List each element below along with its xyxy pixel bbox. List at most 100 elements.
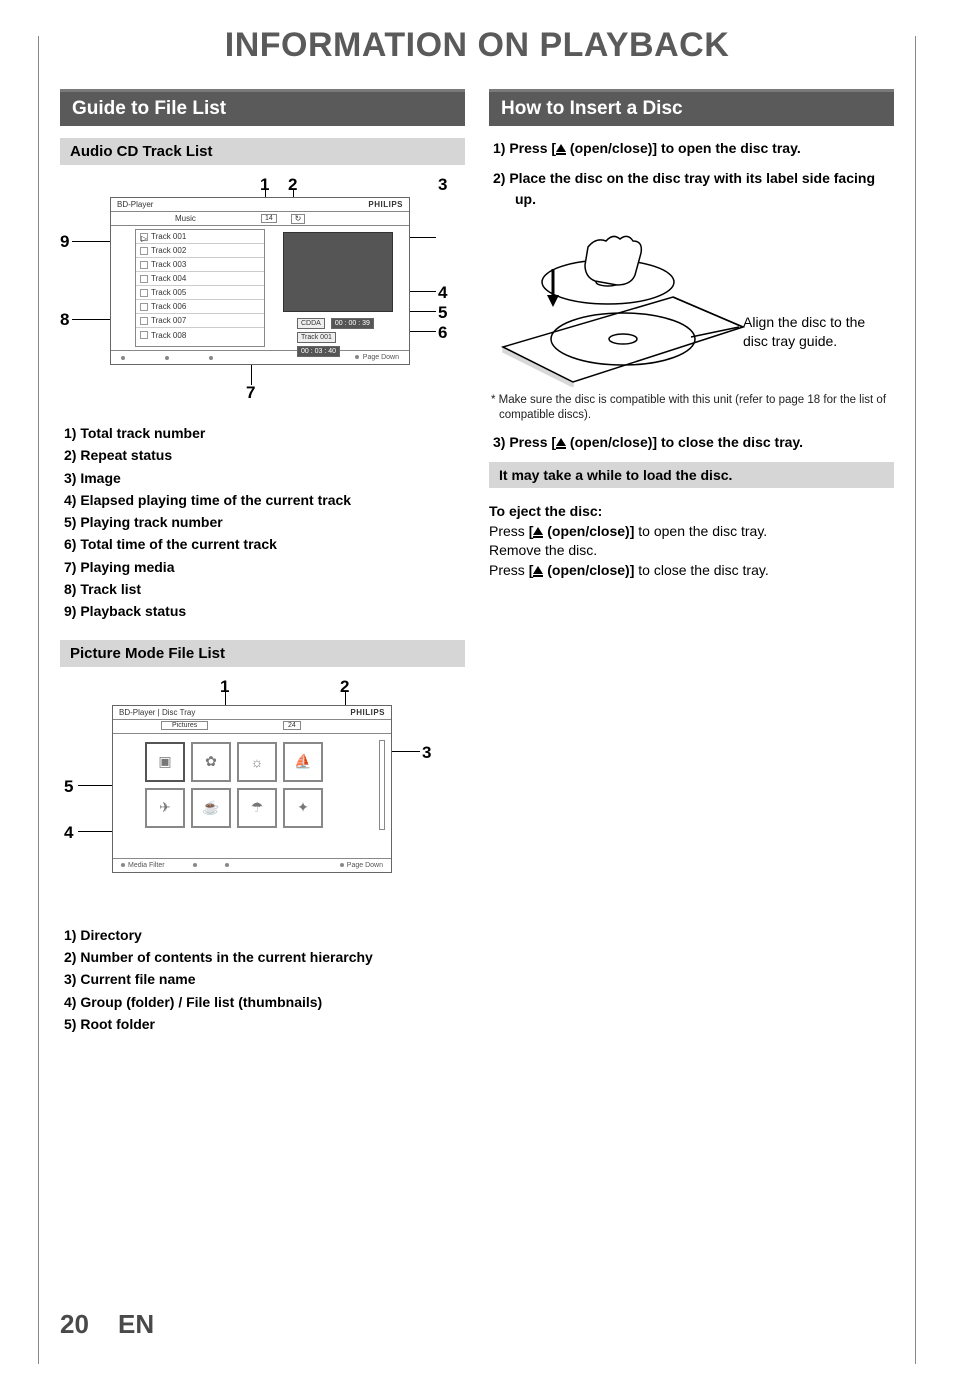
insert-disc-step3: 3) Press [ (open/close)] to close the di… [489,432,894,452]
disc-caption: Align the disc to the disc tray guide. [743,313,865,351]
cd-screen-mock: BD-Player PHILIPS Music 14 ↻ ▷Track 001 … [110,197,410,365]
cd-repeat-status: ↻ [291,214,305,224]
eject-instructions: To eject the disc: Press [ (open/close)]… [489,502,894,580]
step3-prefix: 3) Press [ [493,434,556,450]
eject-l3-prefix: Press [489,562,529,578]
callout-p4: 4 [64,823,73,843]
loading-notice: It may take a while to load the disc. [489,462,894,488]
cd-header-left: BD-Player [117,200,153,209]
legend-item: 7) Playing media [64,557,461,577]
subheading-picture-mode-file-list: Picture Mode File List [60,640,465,667]
footer-dot-icon [165,356,169,360]
cd-elapsed-time: 00 : 00 : 39 [331,318,374,329]
legend-item: 1) Total track number [64,423,461,443]
eject-line-1: Press [ (open/close)] to open the disc t… [489,522,894,542]
eject-line-2: Remove the disc. [489,541,894,561]
callout-6: 6 [438,323,447,343]
eject-icon [533,527,543,535]
pic-filename-bar [379,740,385,830]
eject-l3-suffix: (open/close)] [543,562,634,578]
page-title: INFORMATION ON PLAYBACK [0,26,954,65]
disc-caption-line2: disc tray guide. [743,333,837,349]
cd-footer-page-down: Page Down [363,354,399,361]
footer-dot-icon [209,356,213,360]
legend-item: 3) Image [64,468,461,488]
callout-5: 5 [438,303,447,323]
cd-playing-track-number: Track 001 [297,332,336,343]
note-icon [140,303,148,311]
figure-insert-disc: Align the disc to the disc tray guide. [493,227,873,387]
eject-l1-suffix: (open/close)] [543,523,634,539]
note-icon [140,317,148,325]
legend-item: 1) Directory [64,925,461,945]
legend-item: 2) Repeat status [64,445,461,465]
legend-item: 8) Track list [64,579,461,599]
step1-prefix: 1) Press [ [493,140,556,156]
pic-footer-media-filter: Media Filter [128,862,165,869]
cd-track: Track 005 [151,288,186,297]
section-how-to-insert-a-disc: How to Insert a Disc [489,89,894,126]
cd-track-list: ▷Track 001 Track 002 Track 003 Track 004… [135,229,265,347]
note-icon [140,247,148,255]
cd-track: Track 008 [151,331,186,340]
eject-icon [556,144,566,152]
footer-dot-icon [355,355,359,359]
footer-dot-icon [121,356,125,360]
cd-media-tag: CDDA [297,318,325,329]
cd-header-right: PHILIPS [368,200,403,209]
legend-item: 9) Playback status [64,601,461,621]
legend-item: 4) Elapsed playing time of the current t… [64,490,461,510]
callout-3: 3 [438,175,447,195]
legend-item: 5) Playing track number [64,512,461,532]
root-folder-thumb: ▣ [145,742,185,782]
picture-thumb: ☂ [237,788,277,828]
cd-track: Track 006 [151,302,186,311]
eject-l1-prefix: Press [489,523,529,539]
legend-item: 4) Group (folder) / File list (thumbnail… [64,992,461,1012]
figure-audio-cd-track-list: 1 2 3 4 5 6 7 8 9 BD-Player PHILIPS [60,175,465,405]
page-number: 20 [60,1309,89,1340]
figure-picture-mode-file-list: 1 2 3 4 5 BD-Player | Disc Tray PHILIPS … [60,677,465,907]
step-1: 1) Press [ (open/close)] to open the dis… [493,138,890,158]
cd-track: Track 002 [151,246,186,255]
footer-dot-icon [121,863,125,867]
eject-l3-rest: to close the disc tray. [634,562,768,578]
callout-p3: 3 [422,743,431,763]
step1-suffix: (open/close)] to open the disc tray. [566,140,801,156]
insert-disc-steps: 1) Press [ (open/close)] to open the dis… [489,138,894,209]
thumbnail-grid: ▣ ✿ ☼ ⛵ ✈ ☕ ☂ ✦ [145,742,381,828]
disc-caption-line1: Align the disc to the [743,314,865,330]
note-icon [140,289,148,297]
step-2: 2) Place the disc on the disc tray with … [493,168,890,209]
subheading-audio-cd-track-list: Audio CD Track List [60,138,465,165]
legend-item: 6) Total time of the current track [64,534,461,554]
pic-content-count: 24 [283,721,301,730]
callout-8: 8 [60,310,69,330]
step3-suffix: (open/close)] to close the disc tray. [566,434,803,450]
picture-thumb: ☼ [237,742,277,782]
play-icon: ▷ [140,233,148,241]
section-guide-to-file-list: Guide to File List [60,89,465,126]
audio-cd-legend: 1) Total track number 2) Repeat status 3… [60,423,465,622]
callout-p5: 5 [64,777,73,797]
cd-track: Track 001 [151,232,186,241]
callout-4: 4 [438,283,447,303]
legend-item: 5) Root folder [64,1014,461,1034]
right-column: How to Insert a Disc 1) Press [ (open/cl… [489,89,894,1052]
pic-directory: Pictures [161,721,208,730]
cd-image-area [283,232,393,312]
cd-sub-dir: Music [175,214,196,223]
cd-track: Track 007 [151,316,186,325]
note-icon [140,275,148,283]
pic-footer-page-down: Page Down [347,862,383,869]
note-icon [140,331,148,339]
footer-dot-icon [225,863,229,867]
note-icon [140,261,148,269]
cd-track: Track 004 [151,274,186,283]
callout-7: 7 [246,383,255,403]
cd-total-time: 00 : 03 : 40 [297,346,340,357]
picture-thumb: ✿ [191,742,231,782]
picture-thumb: ✈ [145,788,185,828]
eject-line-3: Press [ (open/close)] to close the disc … [489,561,894,581]
content-columns: Guide to File List Audio CD Track List 1… [0,89,954,1052]
